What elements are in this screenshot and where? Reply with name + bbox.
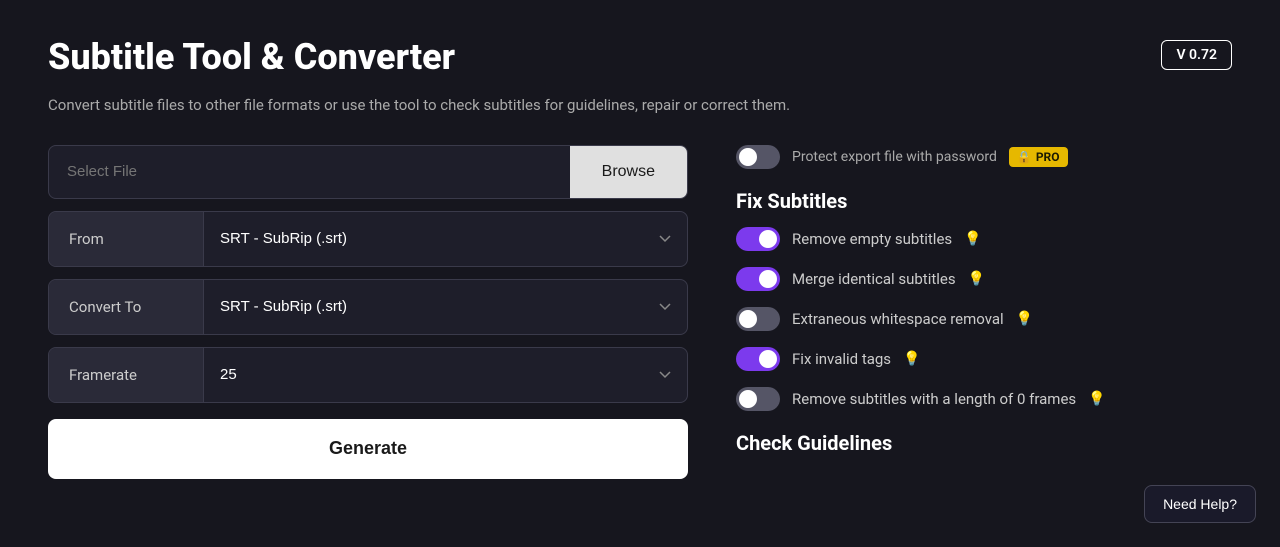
framerate-select[interactable]: 23.976 24 25 29.97 30 50 59.94 60 [204,348,687,402]
from-label: From [49,212,204,266]
remove-empty-slider [736,227,780,251]
lock-icon: 🔒 [1017,150,1032,164]
need-help-button[interactable]: Need Help? [1144,485,1256,523]
remove-empty-info-icon[interactable]: 💡 [964,231,981,247]
check-guidelines-title: Check Guidelines [736,431,1232,455]
app-container: Subtitle Tool & Converter V 0.72 Convert… [0,0,1280,515]
remove-empty-label: Remove empty subtitles [792,230,952,248]
fix-tags-label: Fix invalid tags [792,350,891,368]
pro-text: PRO [1036,150,1060,164]
fix-tags-info-icon[interactable]: 💡 [903,351,920,367]
merge-identical-label: Merge identical subtitles [792,270,956,288]
option-row-remove-empty: Remove empty subtitles 💡 [736,227,1232,251]
from-select[interactable]: SRT - SubRip (.srt) ASS - Advanced SubSt… [204,212,687,266]
zero-frames-label: Remove subtitles with a length of 0 fram… [792,390,1076,408]
whitespace-info-icon[interactable]: 💡 [1016,311,1033,327]
protect-toggle-slider [736,145,780,169]
browse-button[interactable]: Browse [570,146,687,198]
zero-frames-toggle[interactable] [736,387,780,411]
protect-toggle[interactable] [736,145,780,169]
pro-badge: 🔒 PRO [1009,147,1068,167]
left-panel: Browse From SRT - SubRip (.srt) ASS - Ad… [48,145,688,479]
merge-identical-toggle[interactable] [736,267,780,291]
merge-identical-info-icon[interactable]: 💡 [968,271,985,287]
app-header: Subtitle Tool & Converter V 0.72 [48,36,1232,78]
merge-identical-slider [736,267,780,291]
zero-frames-info-icon[interactable]: 💡 [1088,391,1105,407]
option-row-merge-identical: Merge identical subtitles 💡 [736,267,1232,291]
fix-tags-toggle[interactable] [736,347,780,371]
file-select-row: Browse [48,145,688,199]
right-panel: Protect export file with password 🔒 PRO … [736,145,1232,455]
whitespace-label: Extraneous whitespace removal [792,310,1004,328]
whitespace-toggle[interactable] [736,307,780,331]
fix-subtitles-title: Fix Subtitles [736,189,1232,213]
whitespace-slider [736,307,780,331]
zero-frames-slider [736,387,780,411]
from-field-row: From SRT - SubRip (.srt) ASS - Advanced … [48,211,688,267]
version-badge: V 0.72 [1161,40,1232,70]
option-row-zero-frames: Remove subtitles with a length of 0 fram… [736,387,1232,411]
protect-row: Protect export file with password 🔒 PRO [736,145,1232,169]
framerate-field-row: Framerate 23.976 24 25 29.97 30 50 59.94… [48,347,688,403]
protect-label: Protect export file with password [792,149,997,165]
fix-tags-slider [736,347,780,371]
framerate-label: Framerate [49,348,204,402]
option-row-fix-tags: Fix invalid tags 💡 [736,347,1232,371]
convert-to-field-row: Convert To SRT - SubRip (.srt) ASS - Adv… [48,279,688,335]
generate-button[interactable]: Generate [48,419,688,479]
app-subtitle: Convert subtitle files to other file for… [48,94,1232,117]
remove-empty-toggle[interactable] [736,227,780,251]
option-row-whitespace: Extraneous whitespace removal 💡 [736,307,1232,331]
convert-to-select[interactable]: SRT - SubRip (.srt) ASS - Advanced SubSt… [204,280,687,334]
main-content: Browse From SRT - SubRip (.srt) ASS - Ad… [48,145,1232,479]
file-input[interactable] [49,146,570,198]
app-title: Subtitle Tool & Converter [48,36,455,78]
convert-to-label: Convert To [49,280,204,334]
